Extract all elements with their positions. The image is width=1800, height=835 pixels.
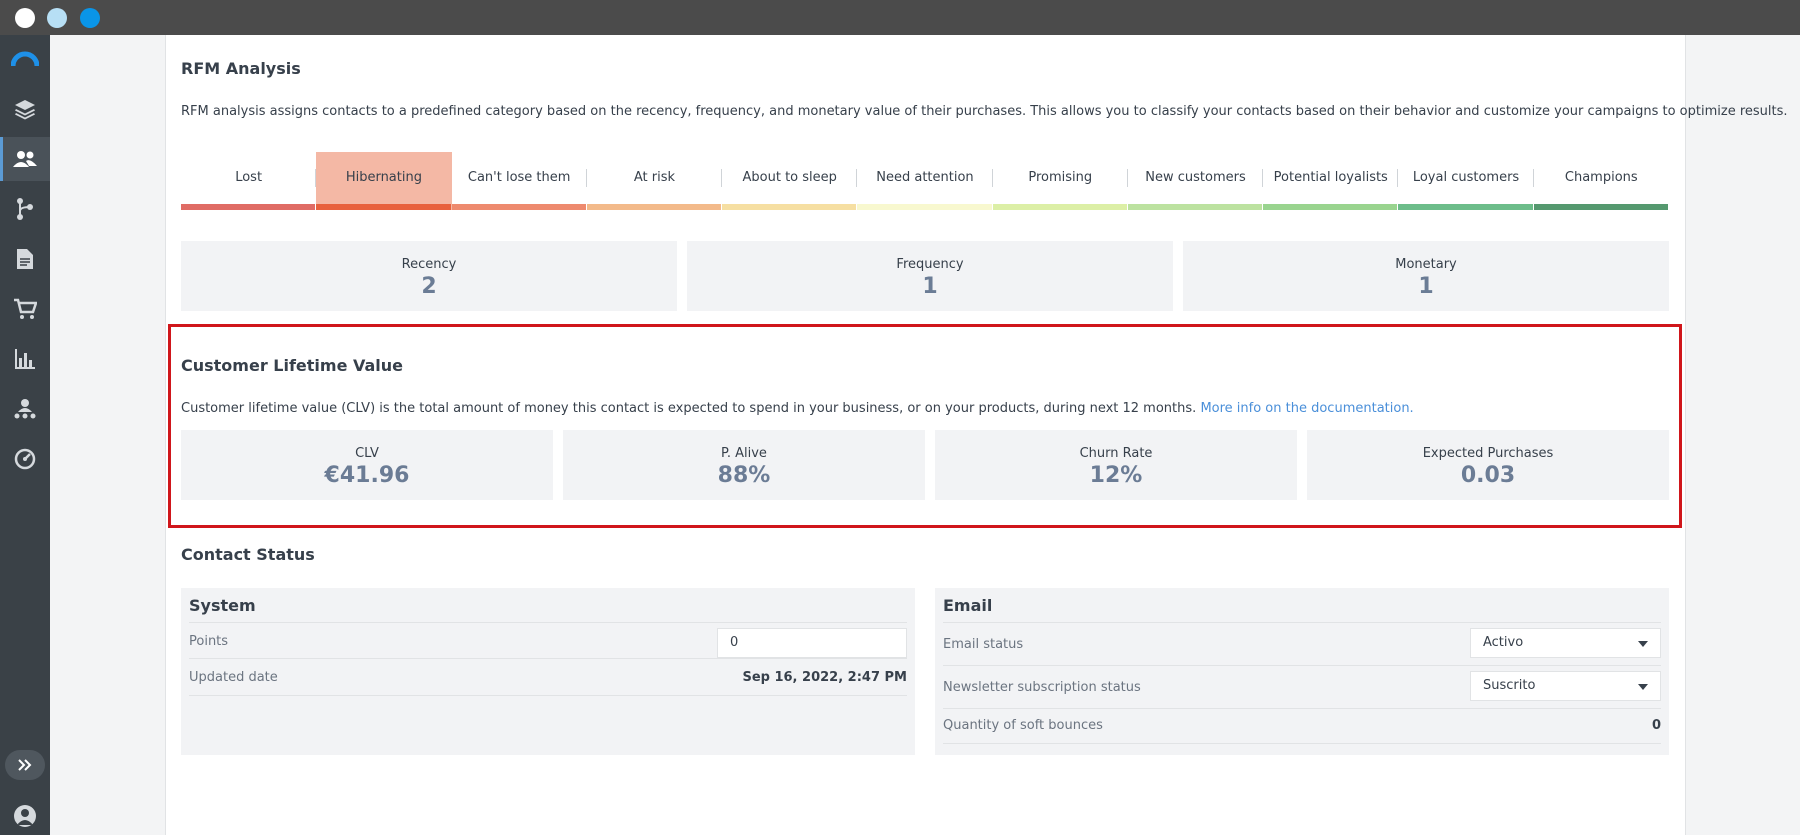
- tab-need-attention[interactable]: Need attention: [857, 152, 993, 210]
- expected-purchases-box: Expected Purchases 0.03: [1307, 430, 1669, 500]
- newsletter-select[interactable]: Suscrito: [1470, 671, 1661, 701]
- system-title: System: [189, 596, 256, 615]
- clv-description: Customer lifetime value (CLV) is the tot…: [181, 401, 1414, 416]
- tab-hibernating[interactable]: Hibernating: [316, 152, 452, 210]
- user-icon[interactable]: [14, 805, 36, 827]
- clv-value: €41.96: [324, 463, 410, 488]
- clv-title: Customer Lifetime Value: [181, 356, 404, 375]
- tab-about-to-sleep[interactable]: About to sleep: [722, 152, 858, 210]
- p-alive-value: 88%: [717, 463, 771, 488]
- system-panel: System Points 0 Updated date Sep 16, 202…: [181, 588, 915, 755]
- audience-icon[interactable]: [0, 387, 50, 431]
- content-gutter-right: [1686, 35, 1800, 835]
- sidebar: [0, 35, 50, 835]
- expected-purchases-label: Expected Purchases: [1422, 446, 1554, 461]
- chevron-down-icon: [1638, 684, 1648, 690]
- recency-value: 2: [421, 274, 437, 299]
- cart-icon[interactable]: [0, 287, 50, 331]
- tab-potential-loyalists[interactable]: Potential loyalists: [1263, 152, 1399, 210]
- document-icon[interactable]: [0, 237, 50, 281]
- churn-rate-label: Churn Rate: [1079, 446, 1153, 461]
- points-input[interactable]: 0: [717, 628, 907, 658]
- email-title: Email: [943, 596, 993, 615]
- soft-bounces-label: Quantity of soft bounces: [943, 718, 1103, 733]
- recency-box: Recency 2: [181, 241, 677, 311]
- window-maximize-button[interactable]: [80, 8, 100, 28]
- rfm-segment-tabs: Lost Hibernating Can't lose them At risk…: [181, 152, 1669, 210]
- automation-icon[interactable]: [0, 187, 50, 231]
- updated-date-value: Sep 16, 2022, 2:47 PM: [742, 670, 907, 685]
- content-gutter-left: [50, 35, 165, 835]
- clv-box: CLV €41.96: [181, 430, 553, 500]
- tab-lost[interactable]: Lost: [181, 152, 317, 210]
- email-status-label: Email status: [943, 637, 1024, 652]
- contacts-icon[interactable]: [0, 137, 50, 181]
- frequency-value: 1: [922, 274, 938, 299]
- updated-date-label: Updated date: [189, 670, 278, 685]
- contact-status-title: Contact Status: [181, 545, 315, 564]
- window-minimize-button[interactable]: [47, 8, 67, 28]
- documentation-link[interactable]: More info on the documentation.: [1200, 401, 1413, 416]
- churn-rate-box: Churn Rate 12%: [935, 430, 1297, 500]
- churn-rate-value: 12%: [1089, 463, 1143, 488]
- reports-icon[interactable]: [0, 337, 50, 381]
- tab-cant-lose-them[interactable]: Can't lose them: [451, 152, 588, 210]
- monetary-label: Monetary: [1395, 257, 1457, 272]
- frequency-box: Frequency 1: [687, 241, 1173, 311]
- double-chevron-icon[interactable]: [5, 750, 45, 780]
- expected-purchases-value: 0.03: [1460, 463, 1516, 488]
- logo-icon[interactable]: [0, 38, 50, 82]
- tab-loyal-customers[interactable]: Loyal customers: [1398, 152, 1534, 210]
- frequency-label: Frequency: [896, 257, 964, 272]
- monetary-box: Monetary 1: [1183, 241, 1669, 311]
- rfm-title: RFM Analysis: [181, 59, 301, 78]
- rfm-description: RFM analysis assigns contacts to a prede…: [181, 104, 1788, 119]
- dashboard-icon[interactable]: [0, 437, 50, 481]
- monetary-value: 1: [1418, 274, 1434, 299]
- tab-new-customers[interactable]: New customers: [1127, 152, 1264, 210]
- clv-label: CLV: [355, 446, 379, 461]
- chevron-down-icon: [1638, 641, 1648, 647]
- recency-label: Recency: [401, 257, 457, 272]
- window-close-button[interactable]: [15, 8, 35, 28]
- p-alive-box: P. Alive 88%: [563, 430, 925, 500]
- points-label: Points: [189, 634, 229, 649]
- soft-bounces-row: Quantity of soft bounces 0: [943, 708, 1661, 744]
- layers-icon[interactable]: [0, 87, 50, 131]
- email-status-select[interactable]: Activo: [1470, 628, 1661, 658]
- updated-date-row: Updated date Sep 16, 2022, 2:47 PM: [189, 658, 907, 696]
- tab-champions[interactable]: Champions: [1533, 152, 1669, 210]
- tab-promising[interactable]: Promising: [992, 152, 1129, 210]
- newsletter-label: Newsletter subscription status: [943, 680, 1141, 695]
- email-panel: Email Email status Activo Newsletter sub…: [935, 588, 1669, 755]
- soft-bounces-value: 0: [1651, 718, 1661, 733]
- p-alive-label: P. Alive: [721, 446, 767, 461]
- window-titlebar: [0, 0, 1800, 35]
- tab-at-risk[interactable]: At risk: [586, 152, 723, 210]
